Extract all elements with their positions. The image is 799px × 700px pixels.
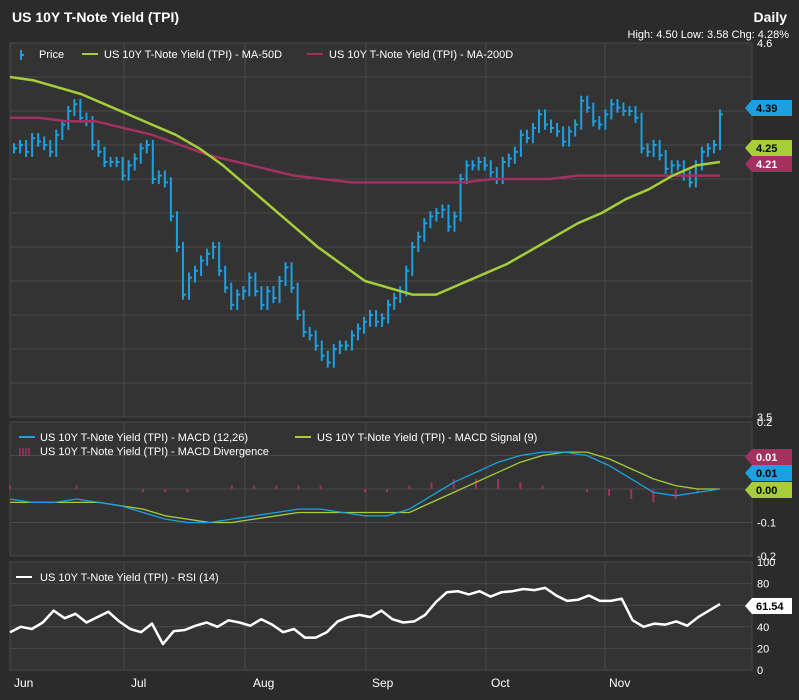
legend-macd: US 10Y T-Note Yield (TPI) - MACD (12,26)	[40, 432, 248, 444]
panel-1-ytick-label: -0.1	[757, 518, 776, 530]
panel-0-plot-area	[9, 42, 753, 418]
legend-price: Price	[39, 49, 64, 61]
chart-svg: 4.63.50.20.10.0-0.1-0.2100806040200JunJu…	[9, 38, 792, 690]
xtick-label-nov: Nov	[609, 676, 630, 690]
panel-2-ytick-label: 80	[757, 579, 769, 591]
flag-price: 4.39	[756, 103, 777, 115]
flag-macd: 0.01	[756, 468, 777, 480]
flag-rsi: 61.54	[756, 601, 784, 613]
panel-0-ytick-label: 4.6	[757, 38, 772, 50]
panel-2-ytick-label: 100	[757, 557, 775, 569]
flag-macd-divergence: 0.01	[756, 452, 777, 464]
flag-ma50: 4.25	[756, 143, 777, 155]
legend-macd-divergence: US 10Y T-Note Yield (TPI) - MACD Diverge…	[40, 446, 269, 458]
xtick-label-oct: Oct	[491, 676, 510, 690]
xtick-label-sep: Sep	[372, 676, 394, 690]
xtick-label-aug: Aug	[253, 676, 274, 690]
legend-rsi: US 10Y T-Note Yield (TPI) - RSI (14)	[40, 572, 219, 584]
legend-ma200: US 10Y T-Note Yield (TPI) - MA-200D	[329, 49, 513, 61]
flag-macd-signal: 0.00	[756, 485, 777, 497]
flag-ma200: 4.21	[756, 159, 777, 171]
legend-macd-signal: US 10Y T-Note Yield (TPI) - MACD Signal …	[317, 432, 537, 444]
xtick-label-jun: Jun	[14, 676, 33, 690]
panel-2-ytick-label: 20	[757, 643, 769, 655]
panel-2-ytick-label: 0	[757, 665, 763, 677]
xtick-label-jul: Jul	[131, 676, 146, 690]
legend-ma50: US 10Y T-Note Yield (TPI) - MA-50D	[104, 49, 282, 61]
panel-1-ytick-label: 0.2	[757, 417, 772, 429]
panel-2-ytick-label: 40	[757, 622, 769, 634]
